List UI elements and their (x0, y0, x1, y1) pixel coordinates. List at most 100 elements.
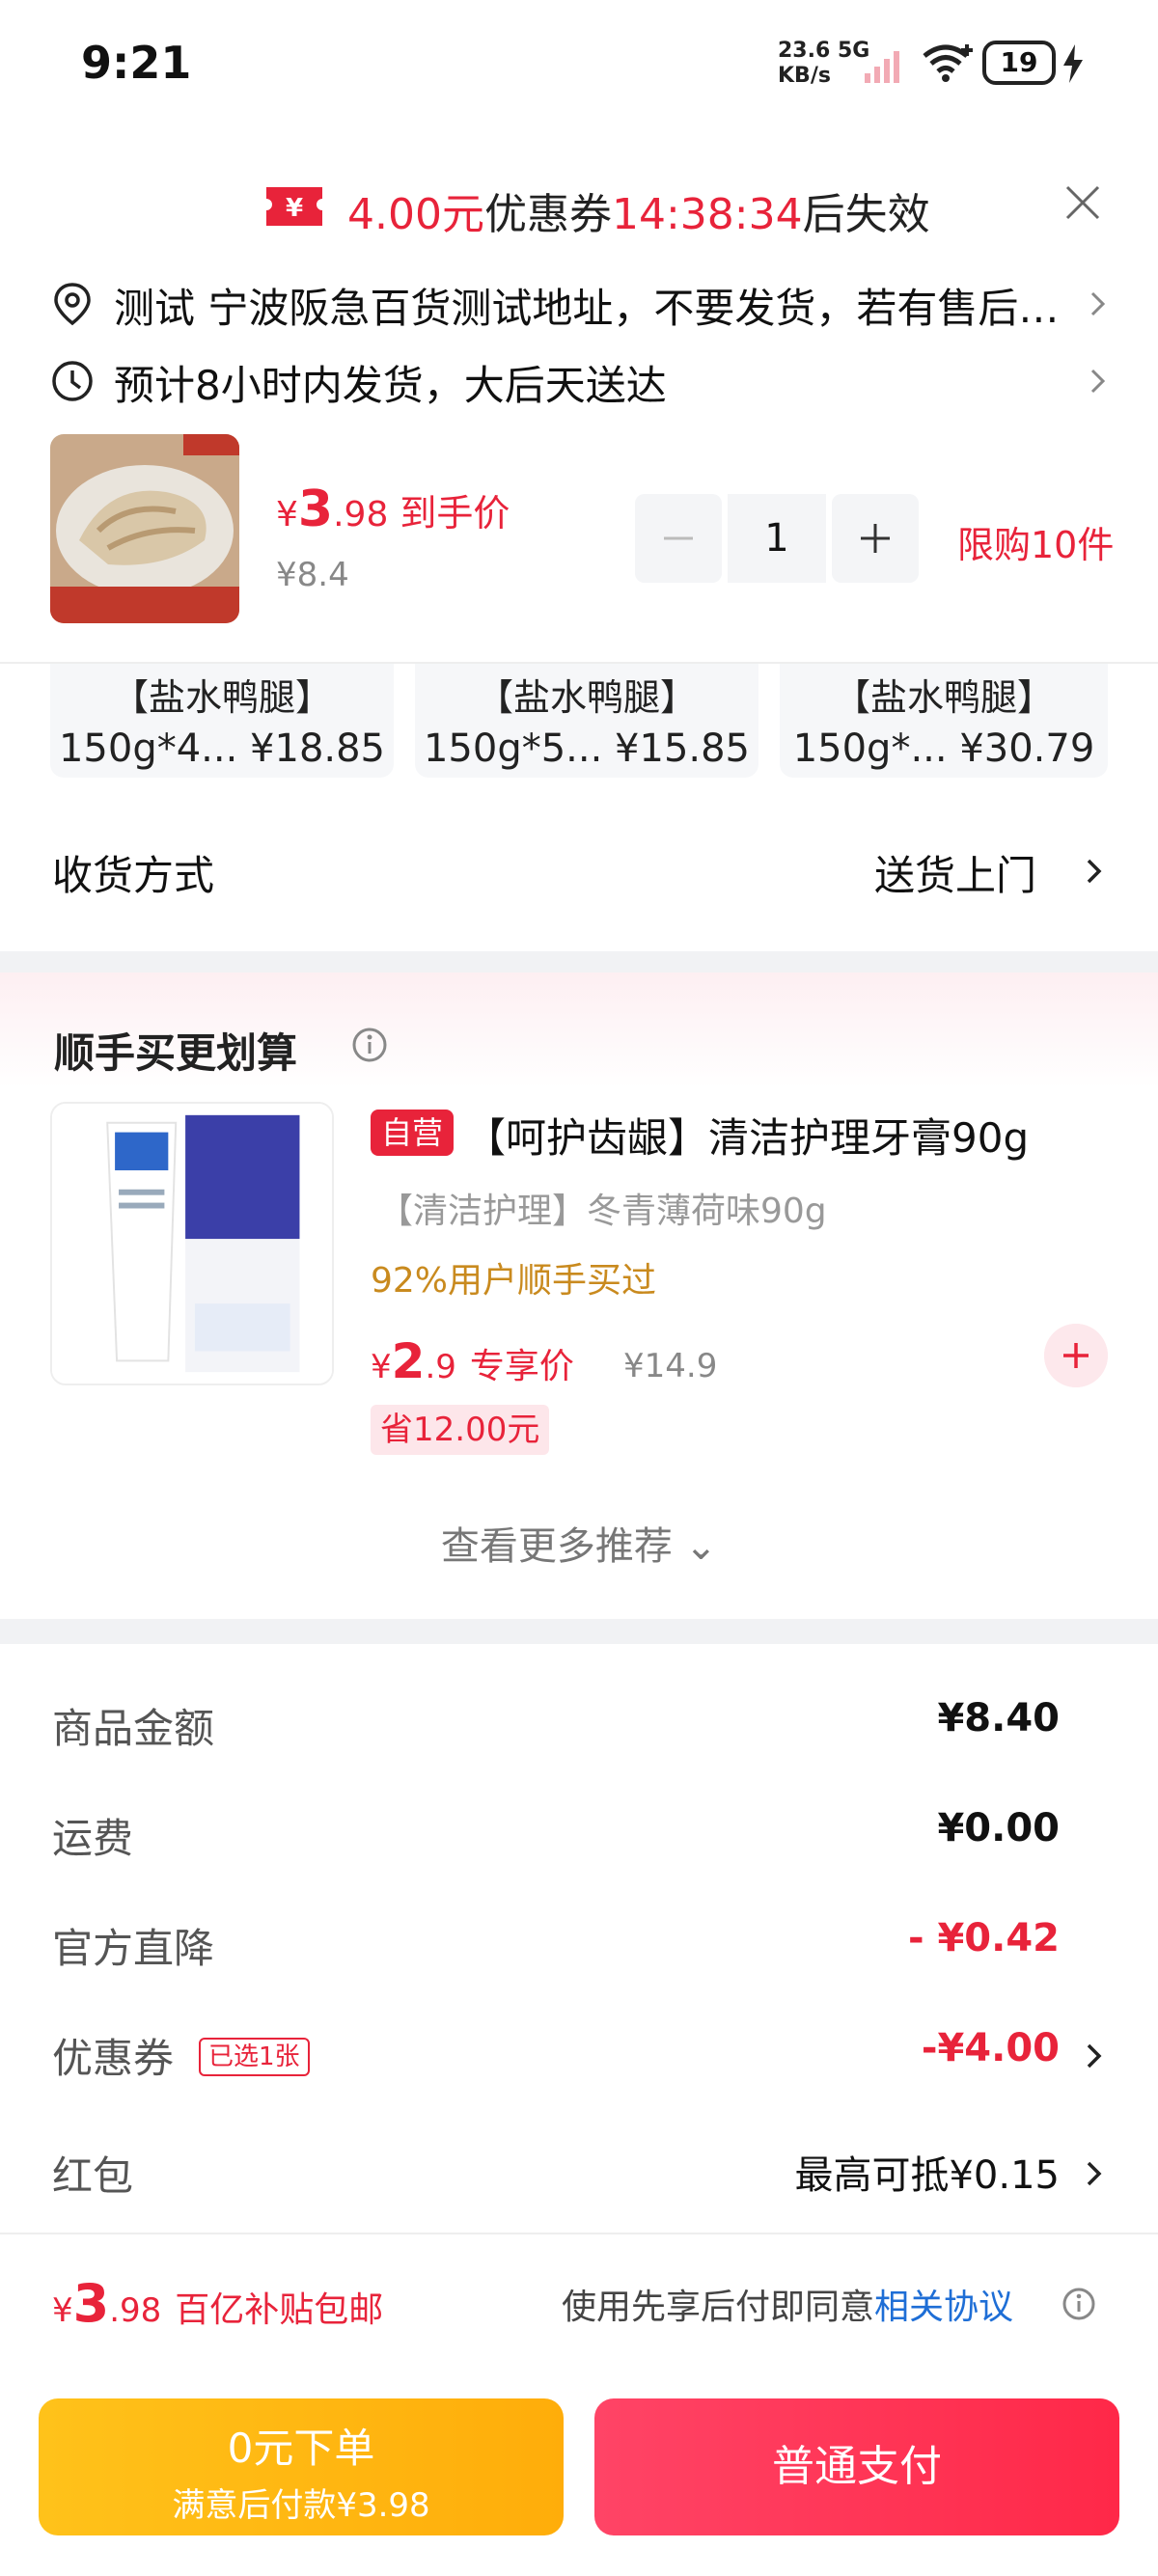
sku-price: ¥18.85 (250, 726, 386, 771)
recommend-title: 顺手买更划算 (54, 1029, 298, 1077)
delivery-estimate-text: 预计8小时内发货，大后天送达 (114, 362, 667, 409)
goods-amount-value: ¥8.40 (937, 1696, 1060, 1740)
sku-price: ¥30.79 (959, 726, 1095, 771)
price-decimal: .98 (109, 2291, 162, 2330)
coupon-selected-chip: 已选1张 (199, 2038, 310, 2076)
sku-spec: 150g*4... (58, 726, 238, 771)
coupon-icon: ¥ (266, 187, 322, 226)
net-speed-value: 23.6 (778, 39, 831, 63)
status-time: 9:21 (81, 37, 192, 89)
chevron-right-icon (1090, 291, 1106, 316)
pay-later-title: 0元下单 (227, 2425, 375, 2472)
sku-option[interactable]: 【盐水鸭腿】 150g*5... ¥15.85 (415, 664, 758, 778)
goods-amount-row: 商品金额 ¥8.40 (0, 1686, 1158, 1764)
signal-icon (865, 51, 899, 83)
sku-detail: 150g*... ¥30.79 (780, 726, 1108, 771)
delivery-method-value: 送货上门 (874, 852, 1037, 899)
red-packet-row[interactable]: 红包 最高可抵¥0.15 (0, 2134, 1158, 2211)
decrease-button[interactable] (635, 494, 722, 583)
price-decimal: .9 (425, 1348, 456, 1386)
sku-spec: 150g*5... (423, 726, 603, 771)
recommend-product-name[interactable]: 【呵护齿龈】清洁护理牙膏90g (465, 1106, 1029, 1165)
official-discount-label: 官方直降 (52, 1925, 215, 1972)
goods-amount-label: 商品金额 (52, 1705, 215, 1752)
sku-option[interactable]: 【盐水鸭腿】 150g*... ¥30.79 (780, 664, 1108, 778)
sku-title: 【盐水鸭腿】 (833, 676, 1054, 719)
coupon-label: 优惠券 (52, 2035, 175, 2082)
increase-button[interactable] (832, 494, 919, 583)
agreement-link[interactable]: 相关协议 (874, 2288, 1013, 2327)
coupon-value: -¥4.00 (921, 2026, 1060, 2070)
price-integer: 3 (297, 480, 334, 538)
chevron-right-icon (1090, 369, 1106, 394)
official-discount-row: 官方直降 - ¥0.42 (0, 1906, 1158, 1984)
address-row[interactable]: 测试 宁波阪急百货测试地址，不要发货，若有售后请联系 (0, 268, 1158, 336)
shipping-label: 运费 (52, 1815, 134, 1862)
price-currency: ¥ (371, 1348, 392, 1386)
delivery-method-label: 收货方式 (52, 852, 215, 899)
recommend-product-image[interactable] (50, 1102, 334, 1385)
chevron-right-icon (1087, 859, 1102, 884)
sku-detail: 150g*5... ¥15.85 (415, 726, 758, 771)
section-divider (0, 951, 1158, 973)
recommend-bought-ratio: 92%用户顺手买过 (371, 1261, 657, 1301)
coupon-expiry-banner: ¥ 4.00元优惠券14:38:34后失效 (0, 172, 1158, 239)
location-pin-icon (54, 283, 91, 326)
recommend-price: ¥2.9 专享价 (371, 1333, 574, 1389)
total-price: ¥3.98 百亿补贴包邮 (52, 2273, 383, 2334)
quantity-stepper: 1 (635, 494, 919, 583)
status-bar: 9:21 23.6 5G KB/s 19 (0, 0, 1158, 135)
subsidy-tag: 百亿补贴包邮 (175, 2290, 384, 2330)
delivery-estimate-row[interactable]: 预计8小时内发货，大后天送达 (0, 345, 1158, 413)
divider (0, 2233, 1158, 2234)
purchase-limit: 限购10件 (957, 524, 1115, 566)
price-currency: ¥ (52, 2291, 73, 2330)
sku-title: 【盐水鸭腿】 (476, 676, 697, 719)
quantity-value[interactable]: 1 (728, 494, 826, 583)
section-divider (0, 1619, 1158, 1644)
net-speed-unit: KB/s (778, 64, 831, 88)
price-decimal: .98 (333, 495, 389, 534)
sku-title: 【盐水鸭腿】 (111, 676, 332, 719)
coupon-suffix: 后失效 (802, 190, 930, 239)
price-integer: 3 (72, 2273, 110, 2334)
sku-spec: 150g*... (792, 726, 948, 771)
close-icon[interactable] (1063, 183, 1102, 222)
coupon-amount: 4.00元 (347, 190, 484, 239)
price-integer: 2 (391, 1333, 426, 1389)
price-currency: ¥ (276, 495, 298, 534)
coupon-countdown: 14:38:34 (611, 190, 803, 239)
svg-text:¥: ¥ (286, 194, 303, 223)
coupon-row[interactable]: 优惠券 已选1张 -¥4.00 (0, 2016, 1158, 2094)
sku-strip: 【盐水鸭腿】 150g*4... ¥18.85 【盐水鸭腿】 150g*5...… (0, 662, 1158, 781)
clock-icon (52, 361, 93, 401)
info-icon[interactable] (351, 1027, 388, 1063)
red-packet-value: 最高可抵¥0.15 (794, 2153, 1060, 2198)
product-image[interactable] (50, 434, 239, 623)
pay-later-subtitle: 满意后付款¥3.98 (172, 2486, 430, 2525)
add-to-order-button[interactable] (1044, 1324, 1108, 1387)
info-icon[interactable] (1062, 2287, 1096, 2321)
pay-later-button[interactable]: 0元下单 满意后付款¥3.98 (39, 2398, 564, 2535)
price-tag: 到手价 (400, 492, 510, 534)
delivery-method-row[interactable]: 收货方式 送货上门 (0, 830, 1158, 917)
product-price: ¥3.98 到手价 (276, 480, 510, 538)
agreement-text: 使用先享后付即同意相关协议 (562, 2279, 1013, 2329)
official-discount-value: - ¥0.42 (907, 1916, 1060, 1960)
self-operated-badge: 自营 (371, 1110, 454, 1156)
recommend-original-price: ¥14.9 (623, 1347, 718, 1385)
savings-badge: 省12.00元 (371, 1405, 550, 1455)
sku-detail: 150g*4... ¥18.85 (50, 726, 394, 771)
battery-indicator: 19 (982, 41, 1056, 85)
address-text: 测试 宁波阪急百货测试地址，不要发货，若有售后请联系 (114, 285, 1060, 332)
view-more-recommendations[interactable]: 查看更多推荐 ⌄ (0, 1515, 1158, 1571)
coupon-label: 优惠券 (483, 190, 612, 239)
coupon-expiry-text: 4.00元优惠券14:38:34后失效 (347, 179, 930, 241)
normal-pay-button[interactable]: 普通支付 (594, 2398, 1119, 2535)
shipping-row: 运费 ¥0.00 (0, 1796, 1158, 1874)
sku-price: ¥15.85 (615, 726, 751, 771)
red-packet-label: 红包 (52, 2152, 134, 2200)
network-speed: 23.6 5G KB/s (778, 39, 869, 89)
recommend-product-spec: 【清洁护理】冬青薄荷味90g (378, 1192, 827, 1231)
sku-option[interactable]: 【盐水鸭腿】 150g*4... ¥18.85 (50, 664, 394, 778)
